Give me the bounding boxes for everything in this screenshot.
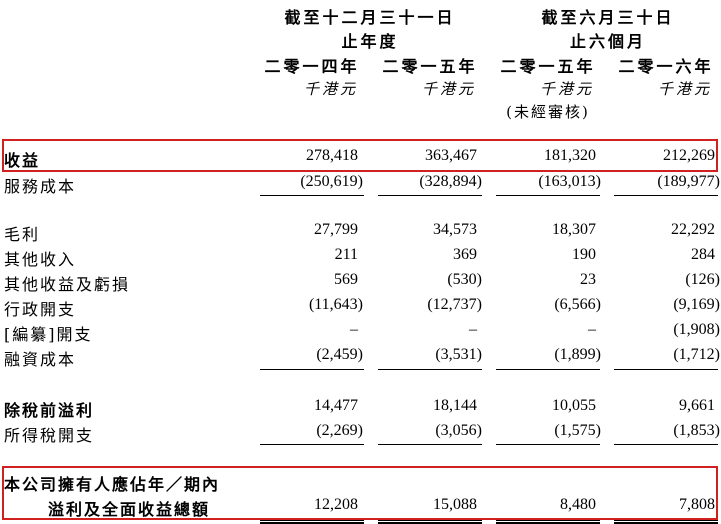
cell-value: 10,055 bbox=[552, 397, 596, 414]
cell-value: (3,531) bbox=[435, 346, 482, 363]
header-period-year-2: 止年度 bbox=[341, 32, 399, 51]
row-label-other-gains-losses: 其他收益及虧損 bbox=[4, 275, 131, 294]
cell-value: 9,661 bbox=[679, 397, 715, 414]
column-header-2015: 二零一五年 bbox=[382, 57, 478, 76]
cell-value: (126) bbox=[685, 271, 720, 288]
row-label-admin-expenses: 行政開支 bbox=[4, 300, 77, 319]
row-label-profit-before-tax: 除稅前溢利 bbox=[4, 401, 95, 420]
subtotal-rule bbox=[496, 195, 600, 196]
cell-value: – bbox=[350, 321, 358, 338]
subtotal-rule bbox=[378, 195, 482, 196]
cell-value: (250,619) bbox=[300, 173, 363, 190]
header-period-half-2: 止六個月 bbox=[569, 32, 646, 51]
unit-label: 千港元 bbox=[657, 80, 712, 98]
cell-value: 22,292 bbox=[671, 221, 715, 238]
column-header-2014: 二零一四年 bbox=[264, 57, 360, 76]
subtotal-rule bbox=[496, 369, 600, 370]
highlight-box-total-profit bbox=[2, 466, 718, 520]
cell-value: (1,908) bbox=[673, 321, 720, 338]
cell-value: (1,899) bbox=[554, 346, 601, 363]
subtotal-rule bbox=[378, 444, 482, 445]
cell-value: (3,056) bbox=[435, 422, 482, 439]
subtotal-rule bbox=[614, 444, 718, 445]
header-period-year: 截至十二月三十一日 bbox=[284, 8, 456, 27]
row-label-gross-profit: 毛利 bbox=[4, 225, 41, 244]
row-label-cost-of-services: 服務成本 bbox=[4, 177, 77, 196]
cell-value: 23 bbox=[580, 271, 596, 288]
subtotal-rule bbox=[260, 444, 364, 445]
row-label-income-tax: 所得稅開支 bbox=[4, 426, 95, 445]
cell-value: (12,737) bbox=[427, 296, 482, 313]
subtotal-rule bbox=[378, 369, 482, 370]
cell-value: – bbox=[588, 321, 596, 338]
cell-value: (1,575) bbox=[554, 422, 601, 439]
cell-value: 14,477 bbox=[314, 397, 358, 414]
unaudited-note: (未經審核) bbox=[506, 103, 590, 121]
cell-value: (9,169) bbox=[673, 296, 720, 313]
row-label-redacted-expenses: [編纂]開支 bbox=[4, 325, 93, 344]
cell-value: (1,853) bbox=[673, 422, 720, 439]
column-header-2016-half: 二零一六年 bbox=[618, 57, 714, 76]
cell-value: 369 bbox=[453, 246, 477, 263]
cell-value: 18,307 bbox=[552, 221, 596, 238]
subtotal-rule bbox=[614, 195, 718, 196]
subtotal-rule bbox=[496, 444, 600, 445]
unit-label: 千港元 bbox=[421, 80, 476, 98]
cell-value: – bbox=[469, 321, 477, 338]
cell-value: 284 bbox=[691, 246, 715, 263]
header-period-half: 截至六月三十日 bbox=[541, 8, 675, 27]
cell-value: (2,269) bbox=[316, 422, 363, 439]
subtotal-rule bbox=[260, 369, 364, 370]
cell-value: 34,573 bbox=[433, 221, 477, 238]
column-header-2015-half: 二零一五年 bbox=[500, 57, 596, 76]
cell-value: 27,799 bbox=[314, 221, 358, 238]
subtotal-rule bbox=[614, 369, 718, 370]
cell-value: (163,013) bbox=[538, 173, 601, 190]
cell-value: 211 bbox=[334, 246, 358, 263]
unit-label: 千港元 bbox=[303, 80, 358, 98]
cell-value: (189,977) bbox=[657, 173, 720, 190]
cell-value: (530) bbox=[447, 271, 482, 288]
cell-value: (1,712) bbox=[673, 346, 720, 363]
unit-label: 千港元 bbox=[539, 80, 594, 98]
cell-value: (6,566) bbox=[554, 296, 601, 313]
cell-value: 190 bbox=[572, 246, 596, 263]
cell-value: (328,894) bbox=[419, 173, 482, 190]
subtotal-rule bbox=[260, 195, 364, 196]
cell-value: (11,643) bbox=[308, 296, 363, 313]
row-label-other-income: 其他收入 bbox=[4, 250, 77, 269]
highlight-box-revenue bbox=[2, 139, 718, 172]
row-label-finance-costs: 融資成本 bbox=[4, 350, 77, 369]
cell-value: 569 bbox=[334, 271, 358, 288]
cell-value: (2,459) bbox=[316, 346, 363, 363]
cell-value: 18,144 bbox=[433, 397, 477, 414]
